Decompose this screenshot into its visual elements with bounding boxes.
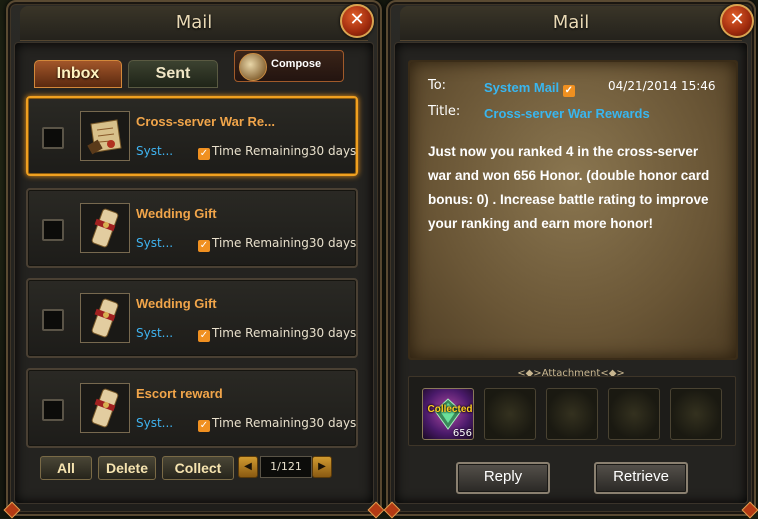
- mail-item[interactable]: Escort reward Syst... ✓ Time Remaining30 …: [26, 368, 358, 448]
- treasure-map-icon: [80, 111, 130, 161]
- close-icon[interactable]: ✕: [340, 4, 374, 38]
- time-remaining-text: Time Remaining30 days: [212, 144, 357, 158]
- panel-title: Mail: [552, 12, 590, 33]
- tab-inbox[interactable]: Inbox: [34, 60, 122, 88]
- time-remaining: ✓ Time Remaining30 days: [198, 326, 356, 342]
- time-remaining: ✓ Time Remaining30 days: [198, 144, 356, 160]
- mail-checkbox[interactable]: [42, 219, 64, 241]
- mail-sender: Syst...: [136, 326, 174, 340]
- sender-name: System Mail ✓: [484, 80, 577, 97]
- time-remaining: ✓ Time Remaining30 days: [198, 416, 356, 432]
- time-remaining: ✓ Time Remaining30 days: [198, 236, 356, 252]
- close-icon[interactable]: ✕: [720, 4, 754, 38]
- mail-title: Wedding Gift: [136, 206, 217, 221]
- mail-checkbox[interactable]: [42, 399, 64, 421]
- attachment-slot[interactable]: [484, 388, 536, 440]
- tab-sent[interactable]: Sent: [128, 60, 218, 88]
- mail-item[interactable]: Cross-server War Re... Syst... ✓ Time Rem…: [26, 96, 358, 176]
- check-icon: ✓: [198, 420, 210, 432]
- time-remaining-text: Time Remaining30 days: [212, 416, 357, 430]
- collected-status: Collected: [427, 404, 473, 415]
- prev-page-button[interactable]: ◀: [238, 456, 258, 478]
- collect-button[interactable]: Collect: [162, 456, 234, 480]
- page-indicator: 1/121: [260, 456, 312, 478]
- check-icon: ✓: [562, 85, 575, 97]
- panel-title: Mail: [175, 12, 213, 33]
- select-all-button[interactable]: All: [40, 456, 92, 480]
- scroll-icon: [80, 203, 130, 253]
- mail-title: Wedding Gift: [136, 296, 217, 311]
- attachment-slot[interactable]: [608, 388, 660, 440]
- attachment-slot[interactable]: [546, 388, 598, 440]
- attachment-slot[interactable]: [670, 388, 722, 440]
- time-remaining-text: Time Remaining30 days: [212, 326, 357, 340]
- check-icon: ✓: [198, 330, 210, 342]
- check-icon: ✓: [198, 240, 210, 252]
- attachment-quantity: 656: [452, 428, 472, 439]
- mail-checkbox[interactable]: [42, 127, 64, 149]
- scroll-icon: [80, 383, 130, 433]
- mail-checkbox[interactable]: [42, 309, 64, 331]
- mail-item[interactable]: Wedding Gift Syst... ✓ Time Remaining30 d…: [26, 188, 358, 268]
- mail-item[interactable]: Wedding Gift Syst... ✓ Time Remaining30 d…: [26, 278, 358, 358]
- check-icon: ✓: [198, 148, 210, 160]
- next-page-button[interactable]: ▶: [312, 456, 332, 478]
- mail-subject: Cross-server War Rewards: [484, 106, 650, 121]
- retrieve-button[interactable]: Retrieve: [594, 462, 688, 494]
- scroll-icon: [80, 293, 130, 343]
- mail-title: Cross-server War Re...: [136, 114, 275, 129]
- to-label: To:: [428, 78, 447, 93]
- title-label: Title:: [428, 104, 461, 119]
- mail-body: Just now you ranked 4 in the cross-serve…: [428, 144, 710, 231]
- mail-title: Escort reward: [136, 386, 223, 401]
- compose-button[interactable]: Compose: [234, 50, 344, 82]
- quill-icon: [239, 53, 267, 81]
- delete-button[interactable]: Delete: [98, 456, 156, 480]
- compose-label: Compose: [271, 58, 322, 70]
- sender-text: System Mail: [484, 80, 560, 95]
- mail-sender: Syst...: [136, 236, 174, 250]
- time-remaining-text: Time Remaining30 days: [212, 236, 357, 250]
- mail-sender: Syst...: [136, 144, 174, 158]
- reply-button[interactable]: Reply: [456, 462, 550, 494]
- mail-sender: Syst...: [136, 416, 174, 430]
- mail-date: 04/21/2014 15:46: [608, 79, 716, 93]
